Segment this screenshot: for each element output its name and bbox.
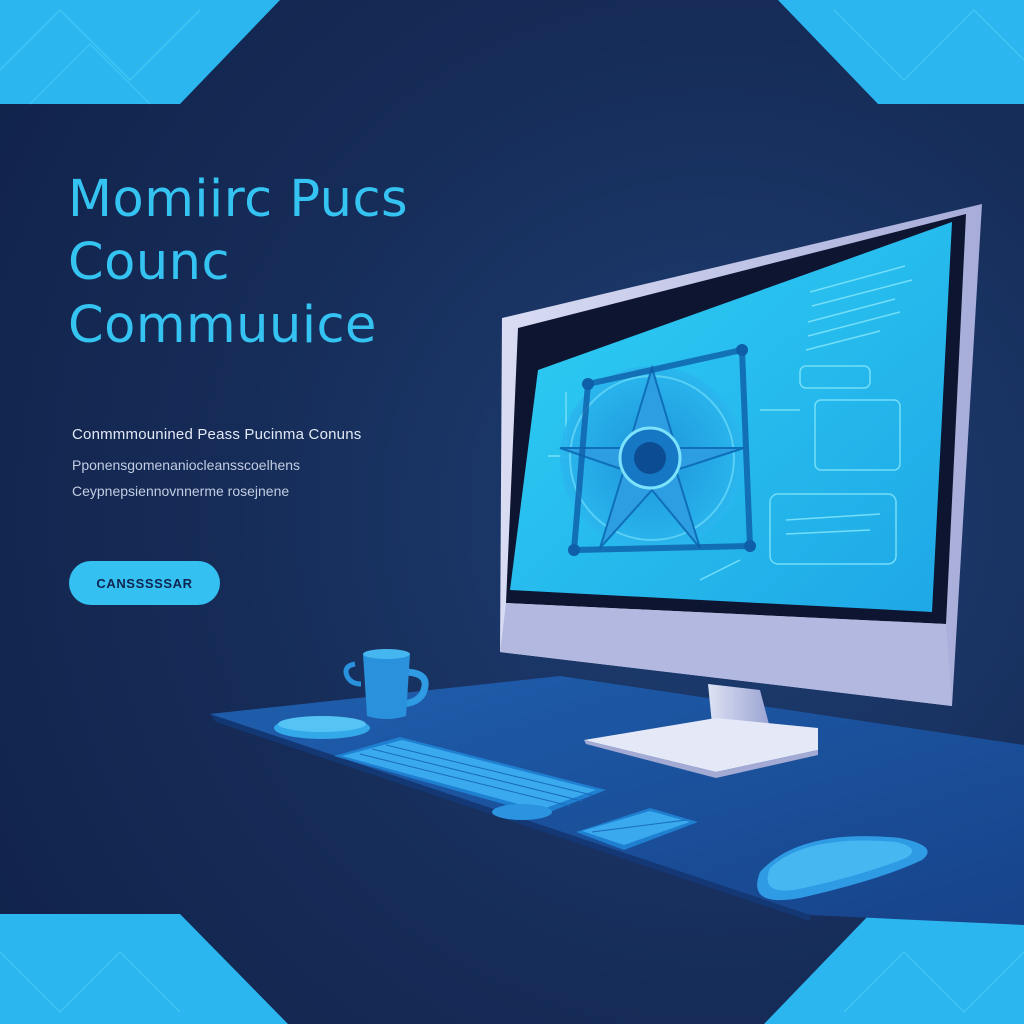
headline: Momiirc Pucs Counc Commuuice <box>68 168 408 357</box>
computer-mouse-icon[interactable] <box>274 716 370 739</box>
headline-line-3: Commuuice <box>68 296 377 355</box>
desk-surface <box>210 676 1024 925</box>
headline-line-1: Momiirc Pucs <box>68 170 409 229</box>
headline-line-2: Counc <box>68 233 230 292</box>
subtitle-line-3: Ceypnepsiennovnnerme rosejnene <box>72 483 290 499</box>
subtitle-line-2: Pponensgomenaniocleansscoelhens <box>72 457 301 473</box>
workstation-illustration <box>210 204 1024 925</box>
subtitle-line-1: Conmmmounined Peass Pucinma Conuns <box>72 426 362 443</box>
cta-button[interactable]: CANSSSSSAR <box>69 561 220 605</box>
